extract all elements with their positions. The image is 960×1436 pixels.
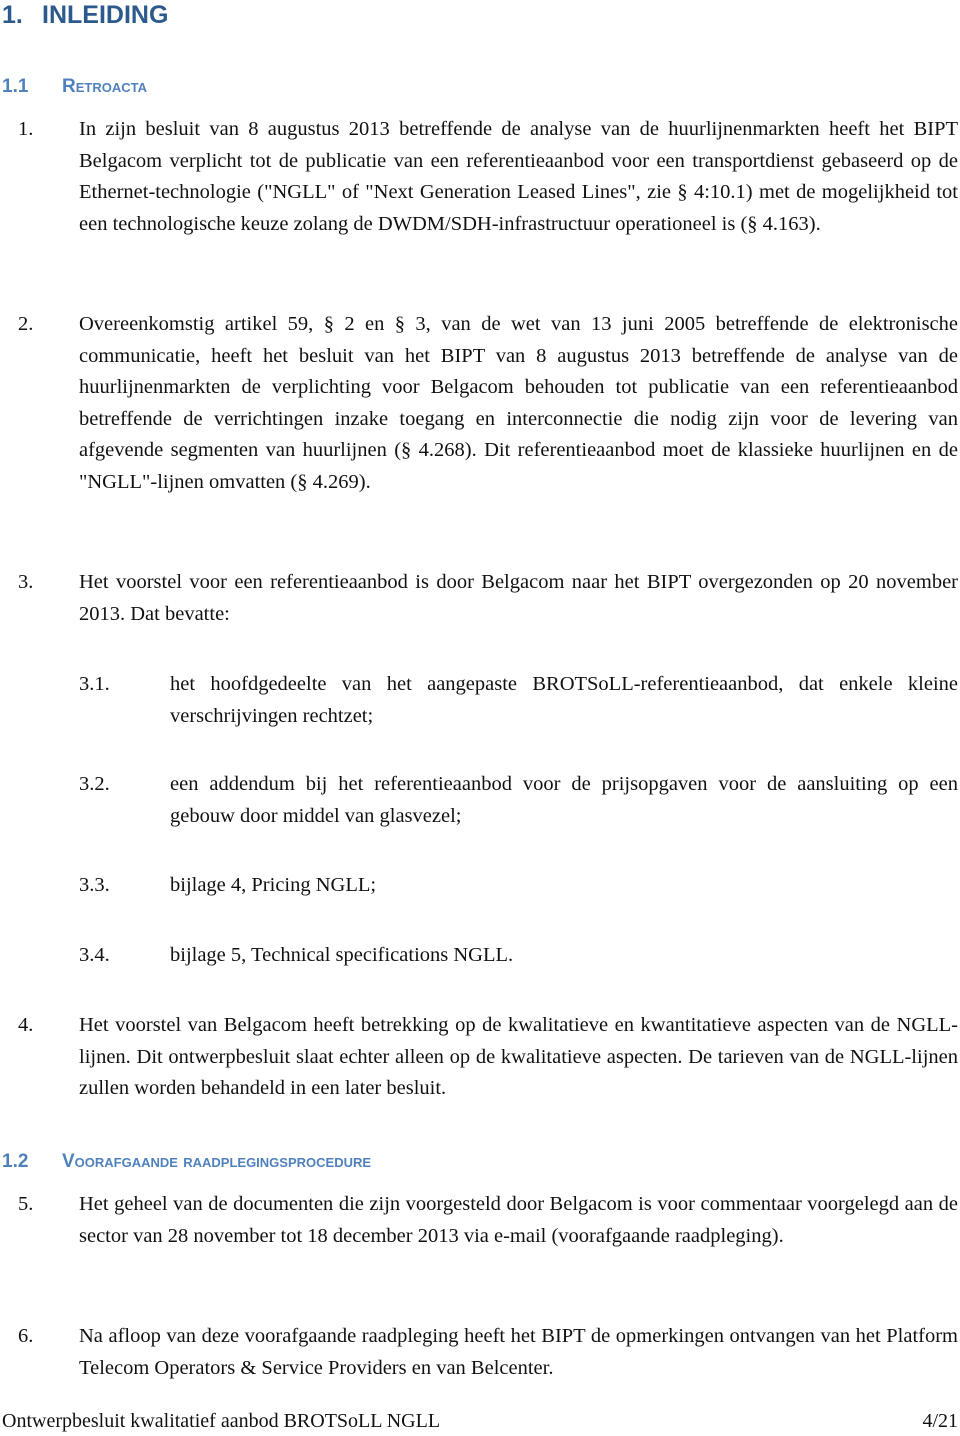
subitem-3-2: 3.2. een addendum bij het referentieaanb… <box>79 769 958 832</box>
subitem-number: 3.4. <box>79 944 110 966</box>
paragraph-6: 6. Na afloop van deze voorafgaande raadp… <box>18 1321 958 1384</box>
section-title: Voorafgaande raadplegingsprocedure <box>62 1151 372 1172</box>
section-heading-1-1: 1.1 Retroacta <box>2 75 147 99</box>
paragraph-number: 4. <box>18 1014 34 1036</box>
subitem-3-4: 3.4. bijlage 5, Technical specifications… <box>79 940 958 972</box>
paragraph-4: 4. Het voorstel van Belgacom heeft betre… <box>18 1010 958 1105</box>
paragraph-number: 5. <box>18 1193 34 1215</box>
subitem-3-3: 3.3. bijlage 4, Pricing NGLL; <box>79 870 958 902</box>
subitem-text: bijlage 5, Technical specifications NGLL… <box>170 944 514 966</box>
subitem-3-1: 3.1. het hoofdgedeelte van het aangepast… <box>79 669 958 732</box>
subitem-number: 3.2. <box>79 773 110 795</box>
paragraph-number: 1. <box>18 118 34 140</box>
paragraph-5: 5. Het geheel van de documenten die zijn… <box>18 1189 958 1252</box>
section-title: Retroacta <box>62 76 147 97</box>
chapter-heading: 1. INLEIDING <box>2 0 168 30</box>
paragraph-number: 6. <box>18 1325 34 1347</box>
footer-title: Ontwerpbesluit kwalitatief aanbod BROTSo… <box>2 1410 441 1432</box>
subitem-text: bijlage 4, Pricing NGLL; <box>170 874 377 896</box>
paragraph-number: 3. <box>18 571 34 593</box>
page-number: 4/21 <box>922 1410 958 1432</box>
paragraph-number: 2. <box>18 313 34 335</box>
subitem-number: 3.3. <box>79 874 110 896</box>
paragraph-3: 3. Het voorstel voor een referentieaanbo… <box>18 567 958 630</box>
section-number: 1.2 <box>2 1151 29 1172</box>
paragraph-text: In zijn besluit van 8 augustus 2013 betr… <box>79 118 958 235</box>
chapter-title: INLEIDING <box>42 1 169 29</box>
paragraph-text: Het geheel van de documenten die zijn vo… <box>79 1193 958 1247</box>
paragraph-text: Het voorstel van Belgacom heeft betrekki… <box>79 1014 958 1099</box>
subitem-text: een addendum bij het referentieaanbod vo… <box>170 773 958 827</box>
paragraph-text: Overeenkomstig artikel 59, § 2 en § 3, v… <box>79 313 958 493</box>
chapter-number: 1. <box>2 1 23 29</box>
section-heading-1-2: 1.2 Voorafgaande raadplegingsprocedure <box>2 1150 371 1174</box>
section-number: 1.1 <box>2 76 29 97</box>
paragraph-text: Het voorstel voor een referentieaanbod i… <box>79 571 958 625</box>
paragraph-1: 1. In zijn besluit van 8 augustus 2013 b… <box>18 114 958 240</box>
paragraph-2: 2. Overeenkomstig artikel 59, § 2 en § 3… <box>18 309 958 498</box>
page-footer: Ontwerpbesluit kwalitatief aanbod BROTSo… <box>2 1408 958 1434</box>
subitem-text: het hoofdgedeelte van het aangepaste BRO… <box>170 673 958 727</box>
subitem-number: 3.1. <box>79 673 110 695</box>
paragraph-text: Na afloop van deze voorafgaande raadpleg… <box>79 1325 958 1379</box>
